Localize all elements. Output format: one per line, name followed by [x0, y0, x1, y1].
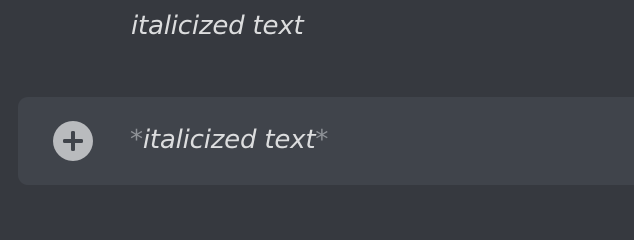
- message-input[interactable]: *italicized text*: [130, 123, 328, 157]
- markdown-marker-open: *: [130, 125, 143, 155]
- markdown-marker-close: *: [315, 125, 329, 155]
- message-text: italicized text: [131, 11, 304, 41]
- plus-circle-icon: [63, 131, 83, 151]
- message-composer[interactable]: *italicized text*: [18, 97, 634, 185]
- attach-button[interactable]: [53, 121, 93, 161]
- chat-message: italicized text: [0, 0, 634, 60]
- input-text: italicized text: [142, 125, 316, 155]
